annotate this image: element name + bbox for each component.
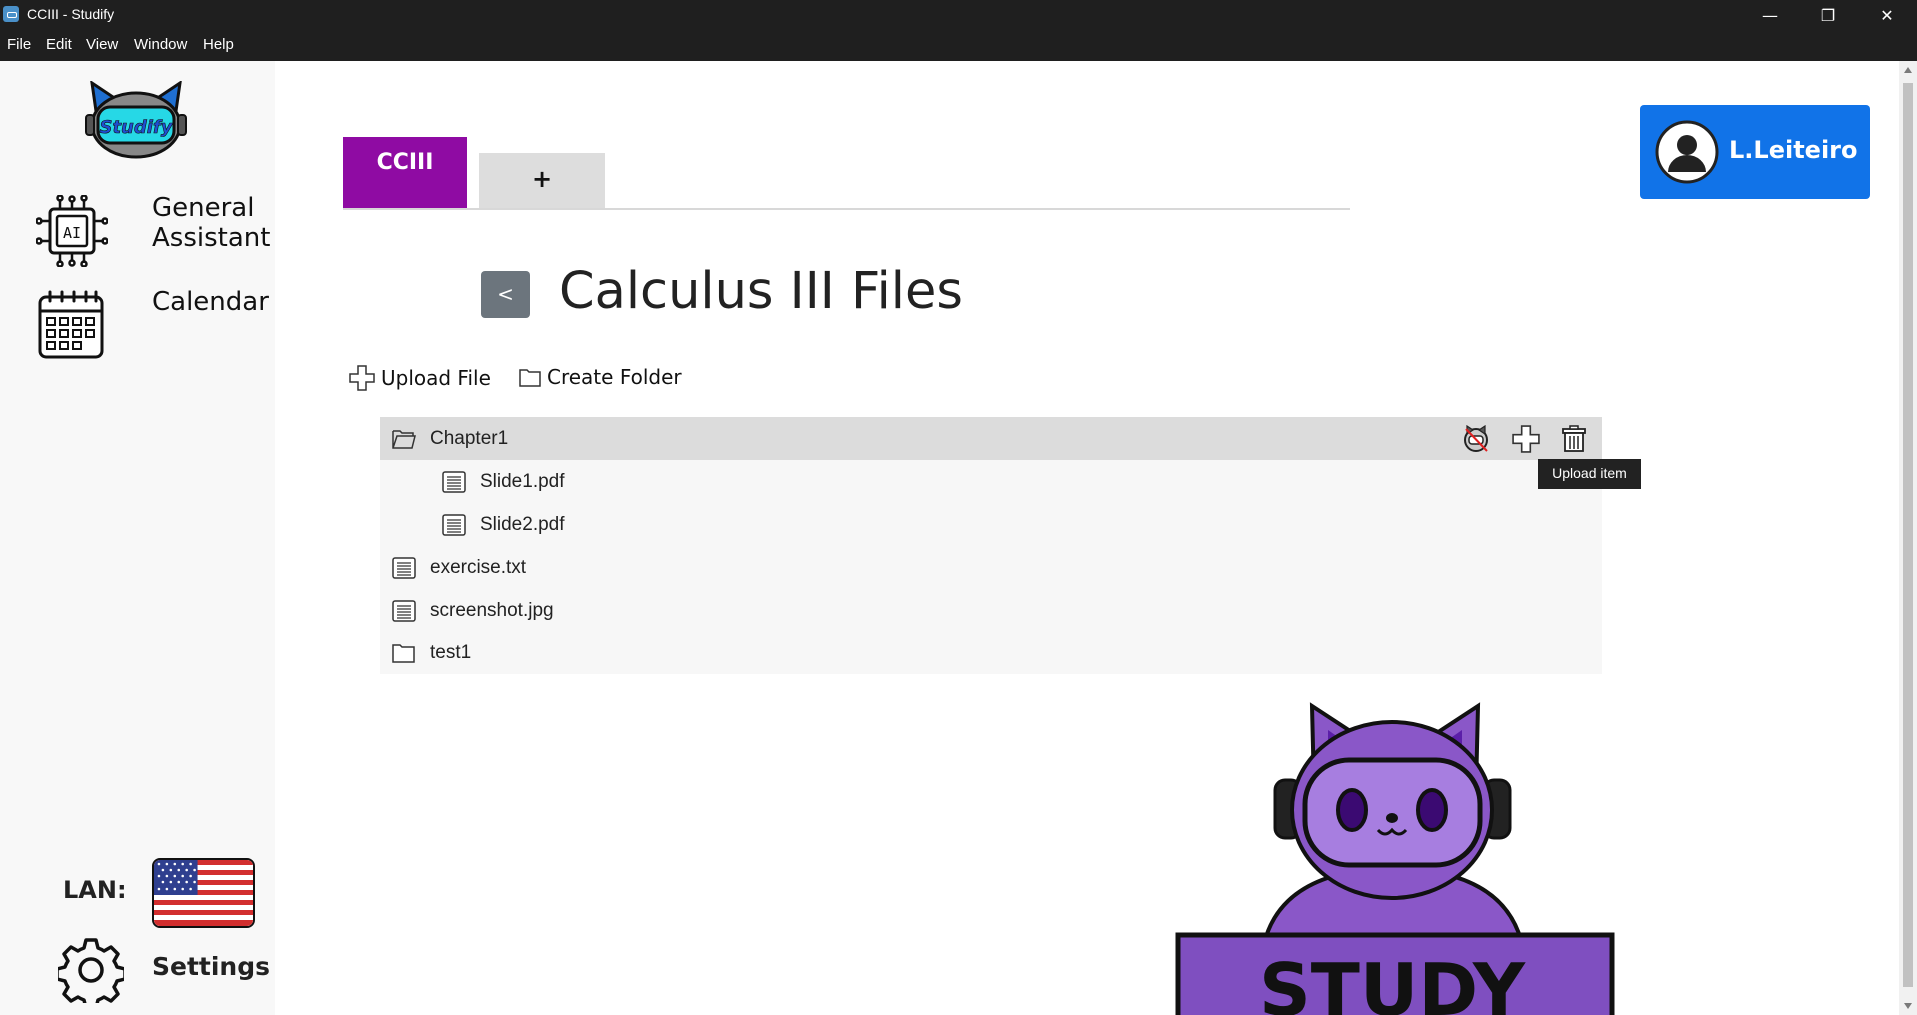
logo-text: Studify [99, 117, 173, 138]
ai-chip-icon: AI [36, 195, 108, 267]
vertical-scrollbar[interactable] [1899, 61, 1917, 1015]
list-item-folder-test1[interactable]: test1 [380, 631, 1602, 674]
upload-item-tooltip: Upload item [1538, 459, 1641, 489]
scroll-up-arrow[interactable] [1904, 67, 1912, 73]
folder-icon [392, 644, 415, 663]
ai-chip-text: AI [63, 224, 81, 242]
studify-assistant-icon[interactable] [1462, 425, 1490, 453]
trash-icon[interactable] [1561, 425, 1587, 453]
sidebar-item-label: Calendar [152, 287, 269, 317]
create-folder-button[interactable]: Create Folder [519, 365, 682, 389]
calendar-icon [38, 290, 104, 359]
upload-item-plus-icon[interactable] [1512, 425, 1540, 453]
language-label: LAN: [63, 876, 127, 904]
app-icon [3, 6, 19, 22]
page-title: Calculus III Files [559, 262, 963, 321]
list-item-label: Slide1.pdf [480, 471, 565, 492]
list-item-file-slide1[interactable]: Slide1.pdf [430, 460, 1602, 503]
user-profile-button[interactable]: L.Leiteiro [1640, 105, 1870, 199]
list-item-file-screenshot[interactable]: screenshot.jpg [380, 589, 1602, 632]
sidebar-item-label: General Assistant [152, 193, 271, 253]
file-icon [392, 557, 416, 579]
user-avatar-icon [1655, 120, 1719, 184]
studify-logo[interactable]: Studify [82, 81, 190, 163]
file-icon [442, 514, 466, 536]
file-icon [442, 471, 466, 493]
list-item-label: exercise.txt [430, 557, 527, 578]
list-item-file-slide2[interactable]: Slide2.pdf [430, 503, 1602, 546]
menu-file[interactable]: File [7, 36, 31, 53]
user-name: L.Leiteiro [1729, 136, 1858, 164]
minimize-button[interactable]: — [1741, 0, 1799, 30]
sidebar-item-general-assistant[interactable]: AI General Assistant [36, 193, 270, 267]
menu-window[interactable]: Window [134, 36, 187, 53]
menu-help[interactable]: Help [203, 36, 234, 53]
tab-divider [343, 208, 1350, 210]
scrollbar-thumb[interactable] [1903, 83, 1913, 987]
back-button[interactable]: < [481, 271, 530, 318]
maximize-button[interactable]: ❐ [1799, 0, 1857, 30]
menu-view[interactable]: View [86, 36, 118, 53]
list-item-label: screenshot.jpg [430, 600, 554, 621]
sidebar-item-calendar[interactable]: Calendar [36, 287, 269, 361]
menu-bar: File Edit View Window Help [0, 30, 1917, 61]
folder-icon [519, 369, 541, 387]
upload-file-button[interactable]: Upload File [349, 365, 491, 391]
list-item-label: Chapter1 [430, 428, 509, 449]
menu-edit[interactable]: Edit [46, 36, 72, 53]
tab-ccIII[interactable]: CCIII [343, 137, 467, 209]
list-item-file-exercise[interactable]: exercise.txt [380, 546, 1602, 589]
gear-icon[interactable] [58, 937, 124, 1003]
list-item-label: test1 [430, 642, 472, 663]
sidebar: Studify AI General Assistant Calendar LA… [0, 61, 275, 1015]
us-flag-icon[interactable] [152, 858, 255, 928]
list-item-label: Slide2.pdf [480, 514, 565, 535]
folder-open-icon [392, 430, 416, 449]
file-icon [392, 600, 416, 622]
create-folder-label: Create Folder [547, 365, 682, 389]
file-list: Chapter1 Slide1.pdf Slide2.pdf exercise.… [380, 417, 1602, 674]
plus-icon [349, 365, 375, 391]
study-mascot-image: STUDY [1175, 702, 1615, 1015]
list-item-folder-chapter1[interactable]: Chapter1 [380, 417, 1602, 460]
settings-label[interactable]: Settings [152, 952, 270, 981]
scroll-down-arrow[interactable] [1904, 1003, 1912, 1009]
close-button[interactable]: ✕ [1858, 0, 1916, 30]
window-title: CCIII - Studify [27, 6, 115, 22]
add-tab-button[interactable]: + [479, 153, 605, 209]
mascot-sign-text: STUDY [1259, 948, 1526, 1015]
title-bar: CCIII - Studify — ❐ ✕ [0, 0, 1917, 30]
upload-file-label: Upload File [381, 366, 491, 390]
